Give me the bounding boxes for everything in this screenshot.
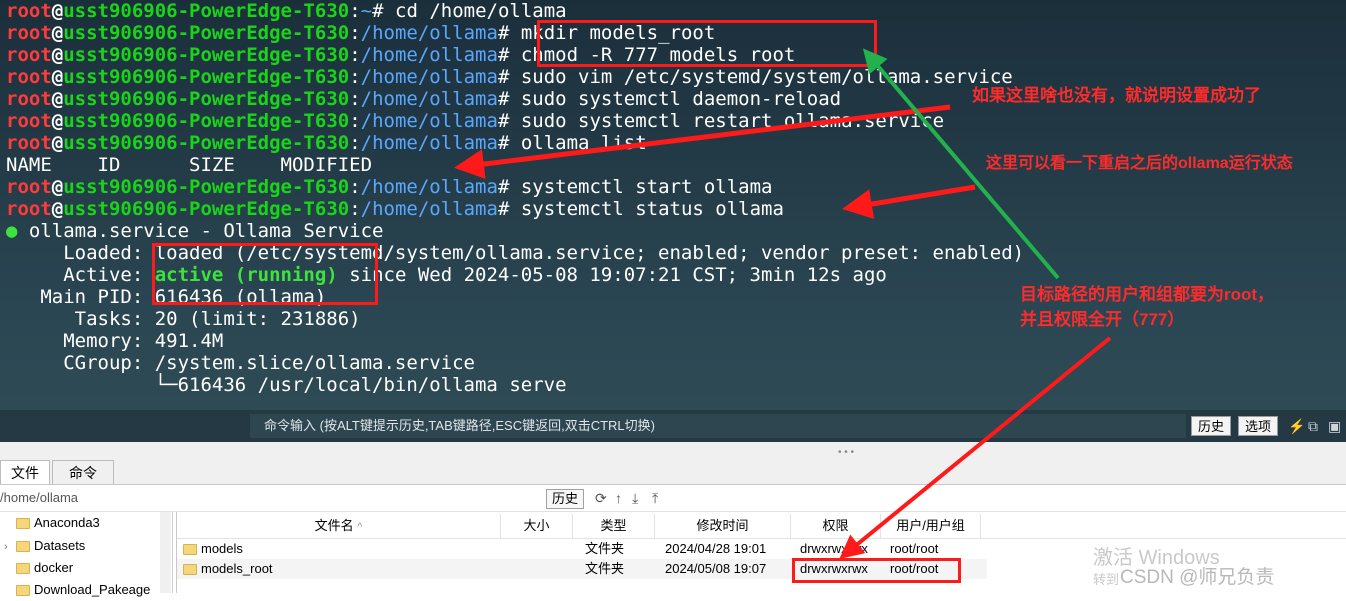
annotation-note-status: 这里可以看一下重启之后的ollama运行状态 <box>986 155 1293 172</box>
annotation-note-success: 如果这里啥也没有，就说明设置成功了 <box>972 86 1261 105</box>
annotation-note-owner-line1: 目标路径的用户和组都要为root， <box>1020 285 1275 304</box>
arrow-to-status-command <box>842 184 976 219</box>
arrow-to-permission <box>839 336 1112 560</box>
annotation-note-owner-line2: 并且权限全开（777） <box>1020 310 1185 329</box>
arrow-to-list-output <box>454 104 951 179</box>
